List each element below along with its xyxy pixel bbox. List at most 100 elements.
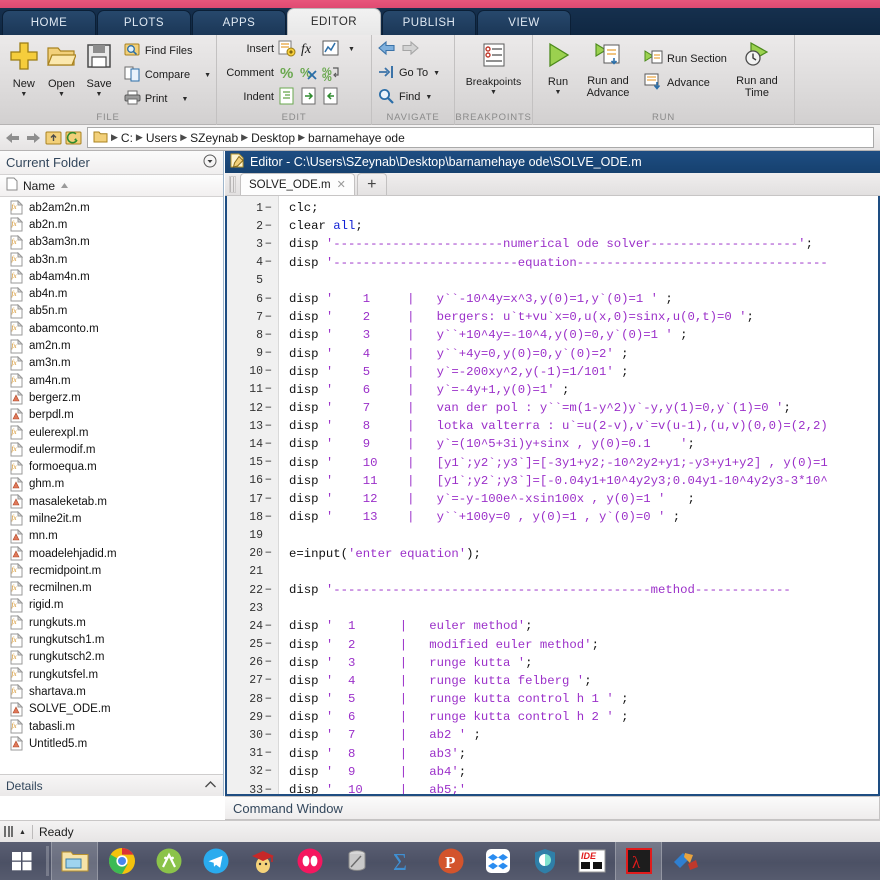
list-item[interactable]: fx eulermodif.m: [0, 441, 223, 458]
line-number[interactable]: 20−: [227, 545, 278, 563]
executable-line-marker[interactable]: −: [263, 729, 274, 742]
code-line[interactable]: [289, 599, 878, 617]
code-line[interactable]: disp ' 5 | y`=-200xy^2,y(-1)=1/101' ;: [289, 363, 878, 381]
line-number[interactable]: 10−: [227, 363, 278, 381]
executable-line-marker[interactable]: −: [263, 438, 274, 451]
executable-line-marker[interactable]: −: [263, 202, 274, 215]
list-item[interactable]: moadelehjadid.m: [0, 545, 223, 562]
code-line[interactable]: disp ' 10 | [y1`;y2`;y3`]=[-3y1+y2;-10^2…: [289, 454, 878, 472]
code-line[interactable]: disp ' 6 | runge kutta control h 2 ' ;: [289, 708, 878, 726]
line-number[interactable]: 31−: [227, 745, 278, 763]
breadcrumb-item-desktop[interactable]: Desktop: [251, 131, 295, 145]
line-number[interactable]: 11−: [227, 381, 278, 399]
line-number[interactable]: 22−: [227, 581, 278, 599]
executable-line-marker[interactable]: −: [263, 365, 274, 378]
google-chrome-icon[interactable]: [98, 842, 145, 880]
editor-file-tab[interactable]: SOLVE_ODE.m ✕: [240, 173, 355, 195]
chevron-down-icon[interactable]: ▼: [181, 96, 188, 103]
executable-line-marker[interactable]: −: [263, 311, 274, 324]
android-studio-icon[interactable]: [145, 842, 192, 880]
line-number[interactable]: 24−: [227, 617, 278, 635]
fx-function-icon[interactable]: fx: [300, 39, 318, 60]
list-item[interactable]: SOLVE_ODE.m: [0, 701, 223, 718]
breadcrumb[interactable]: ▶ C: ▶ Users ▶ SZeynab ▶ Desktop ▶ barna…: [87, 127, 874, 148]
code-line[interactable]: disp ' 5 | runge kutta control h 1 ' ;: [289, 690, 878, 708]
list-item[interactable]: fx shartava.m: [0, 683, 223, 700]
comment-percent-icon[interactable]: %: [278, 63, 296, 84]
compare-button[interactable]: Compare ▼: [124, 63, 211, 87]
breakpoints-button[interactable]: Breakpoints ▼: [460, 39, 527, 96]
code-line[interactable]: disp '----------------------------------…: [289, 581, 878, 599]
executable-line-marker[interactable]: −: [263, 383, 274, 396]
code-line[interactable]: disp ' 12 | y`=-y-100e^-xsin100x , y(0)=…: [289, 490, 878, 508]
code-line[interactable]: disp ' 6 | y`=-4y+1,y(0)=1' ;: [289, 381, 878, 399]
code-line[interactable]: disp ' 7 | van der pol : y``=m(1-y^2)y`-…: [289, 399, 878, 417]
list-item[interactable]: mn.m: [0, 528, 223, 545]
smart-indent-icon[interactable]: [278, 87, 296, 108]
line-number[interactable]: 8−: [227, 326, 278, 344]
executable-line-marker[interactable]: −: [263, 638, 274, 651]
chevron-down-icon[interactable]: ▼: [555, 89, 562, 96]
executable-line-marker[interactable]: −: [263, 656, 274, 669]
browse-folder-icon[interactable]: [63, 128, 83, 148]
file-explorer-icon[interactable]: [51, 842, 98, 880]
chevron-down-icon[interactable]: ▼: [348, 46, 355, 53]
open-button[interactable]: Open ▼: [43, 39, 81, 98]
list-item[interactable]: fx am4n.m: [0, 372, 223, 389]
run-button[interactable]: Run ▼: [538, 39, 578, 96]
line-number[interactable]: 5: [227, 272, 278, 290]
executable-line-marker[interactable]: −: [263, 511, 274, 524]
code-line[interactable]: disp ' 4 | runge kutta felberg ';: [289, 672, 878, 690]
list-item[interactable]: fx eulerexpl.m: [0, 424, 223, 441]
code-line[interactable]: disp ' 2 | bergers: u`t+vu`x=0,u(x,0)=si…: [289, 308, 878, 326]
find-button[interactable]: Find ▼: [377, 85, 440, 109]
code-text[interactable]: clc; clear all; disp '--------------------…: [279, 196, 878, 794]
code-line[interactable]: disp ' 10 | ab5;': [289, 781, 878, 794]
goto-button[interactable]: Go To ▼: [377, 61, 440, 85]
telegram-icon[interactable]: [192, 842, 239, 880]
executable-line-marker[interactable]: −: [263, 784, 274, 794]
list-item[interactable]: fx rungkutsfel.m: [0, 666, 223, 683]
breadcrumb-item-folder[interactable]: barnamehaye ode: [308, 131, 405, 145]
file-list[interactable]: fx ab2am2n.m fx ab2n.m fx ab3am3n.m fx ab3n.m fx…: [0, 197, 223, 774]
list-item[interactable]: fx ab4am4n.m: [0, 268, 223, 285]
line-number[interactable]: 1−: [227, 199, 278, 217]
list-item[interactable]: fx recmidpoint.m: [0, 562, 223, 579]
line-number[interactable]: 33−: [227, 781, 278, 794]
line-number[interactable]: 14−: [227, 435, 278, 453]
executable-line-marker[interactable]: −: [263, 293, 274, 306]
line-number[interactable]: 32−: [227, 763, 278, 781]
line-number[interactable]: 12−: [227, 399, 278, 417]
code-line[interactable]: [289, 563, 878, 581]
executable-line-marker[interactable]: −: [263, 256, 274, 269]
code-line[interactable]: disp ' 11 | [y1`;y2`;y3`]=[-0.04y1+10^4y…: [289, 472, 878, 490]
code-line[interactable]: disp ' 9 | ab4';: [289, 763, 878, 781]
code-line[interactable]: disp ' 9 | y`=(10^5+3i)y+sinx , y(0)=0.1…: [289, 435, 878, 453]
line-number[interactable]: 17−: [227, 490, 278, 508]
chevron-down-icon[interactable]: ▼: [96, 91, 103, 98]
list-item[interactable]: fx milne2it.m: [0, 510, 223, 527]
tab-home[interactable]: HOME: [2, 10, 96, 35]
list-item[interactable]: fx abamconto.m: [0, 320, 223, 337]
executable-line-marker[interactable]: −: [263, 584, 274, 597]
code-line[interactable]: disp ' 7 | ab2 ' ;: [289, 726, 878, 744]
code-line[interactable]: [289, 526, 878, 544]
back-arrow-icon[interactable]: [3, 128, 23, 148]
list-item[interactable]: fx formoequa.m: [0, 458, 223, 475]
line-number-gutter[interactable]: 1−2−3−4−5 6−7−8−9−10−11−12−13−14−15−16−17…: [227, 196, 279, 794]
forward-arrow-icon[interactable]: [23, 128, 43, 148]
line-number[interactable]: 2−: [227, 217, 278, 235]
line-number[interactable]: 3−: [227, 235, 278, 253]
code-area[interactable]: 1−2−3−4−5 6−7−8−9−10−11−12−13−14−15−16−17…: [225, 196, 880, 796]
graduate-icon[interactable]: [239, 842, 286, 880]
ide-icon[interactable]: IDE: [568, 842, 615, 880]
tab-editor[interactable]: EDITOR: [287, 8, 381, 35]
code-line[interactable]: disp ' 8 | ab3';: [289, 745, 878, 763]
code-line[interactable]: disp ' 1 | y``-10^4y=x^3,y(0)=1,y`(0)=1 …: [289, 290, 878, 308]
opera-icon[interactable]: [286, 842, 333, 880]
figure-insert-icon[interactable]: [322, 39, 340, 60]
indent-left-icon[interactable]: [322, 87, 340, 108]
code-line[interactable]: disp ' 2 | modified euler method';: [289, 636, 878, 654]
code-line[interactable]: clc;: [289, 199, 878, 217]
list-item[interactable]: fx am3n.m: [0, 355, 223, 372]
